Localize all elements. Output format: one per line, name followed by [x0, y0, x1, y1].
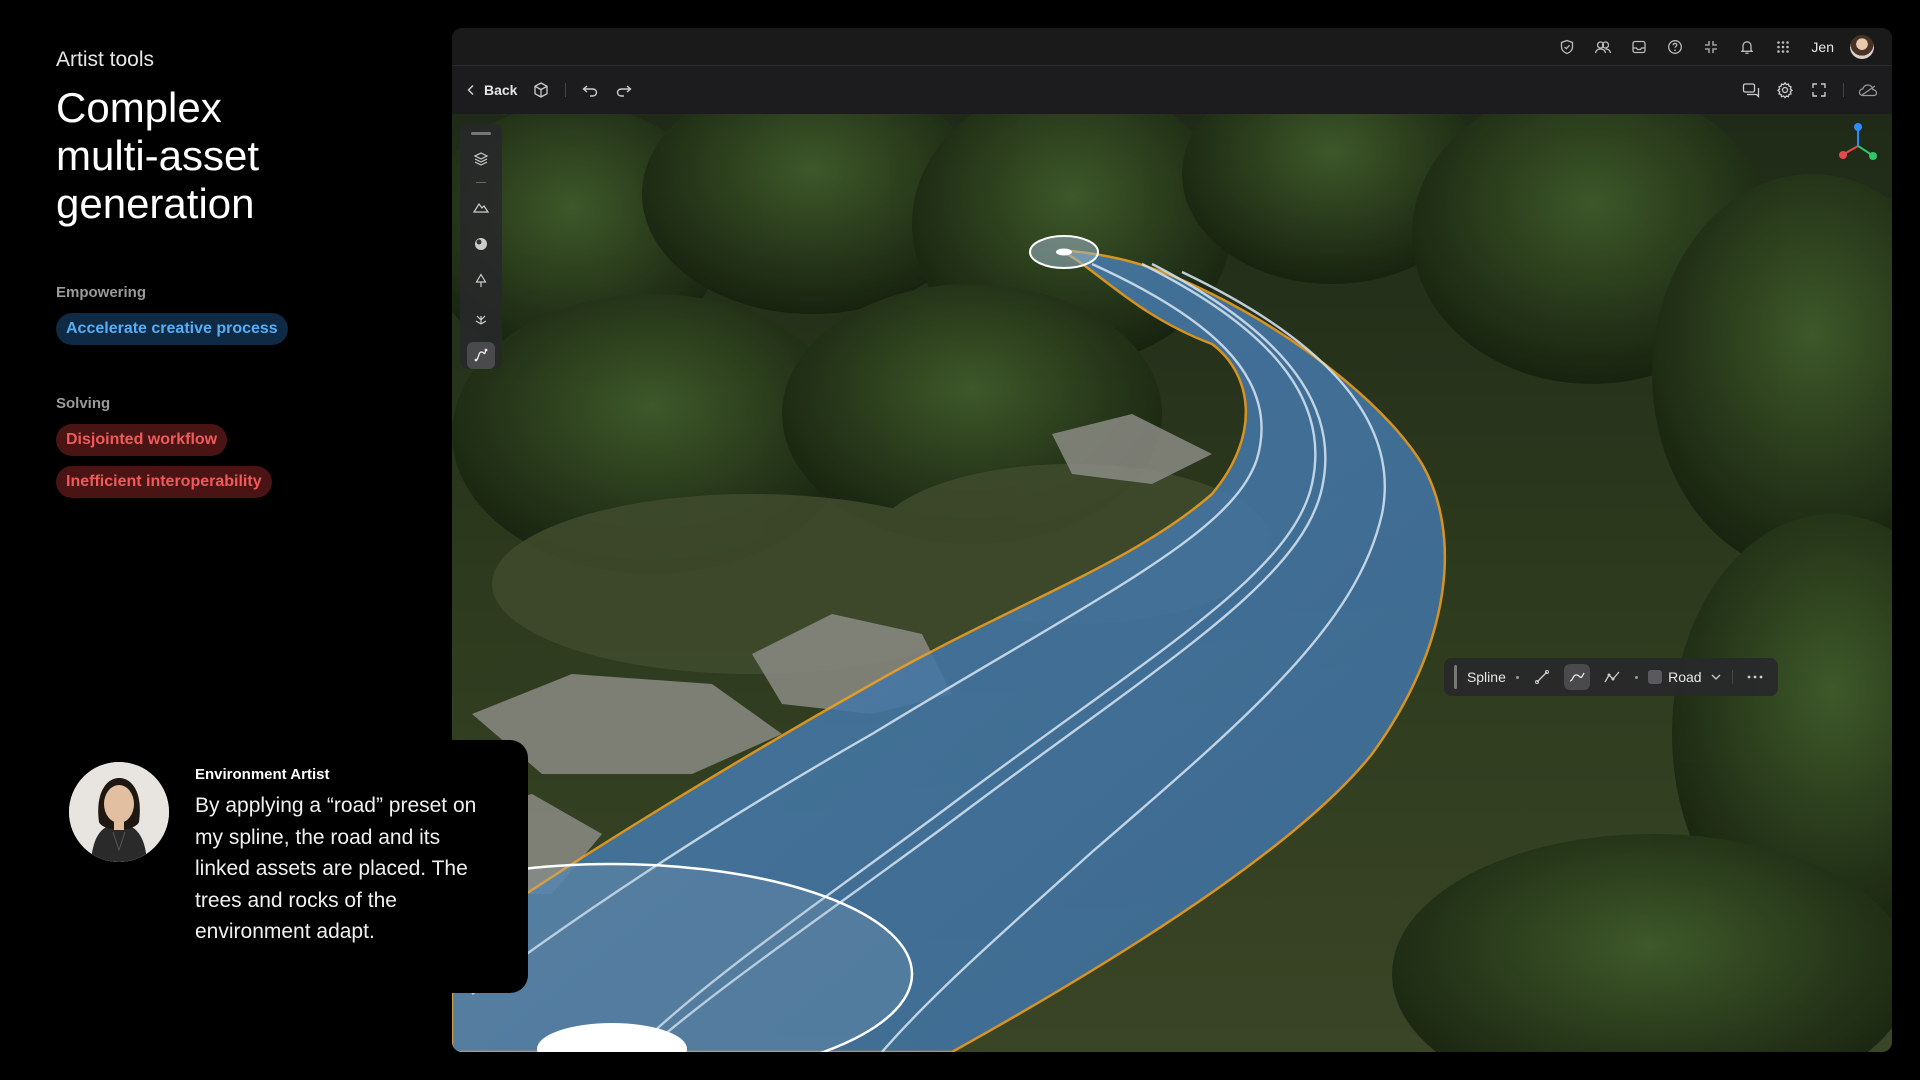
- divider: [1843, 83, 1844, 97]
- chevron-down-icon: [1711, 674, 1721, 680]
- empowering-tag: Accelerate creative process: [56, 313, 288, 345]
- undo-icon[interactable]: [580, 80, 600, 100]
- points-spline-icon[interactable]: [1600, 664, 1625, 690]
- apps-grid-icon[interactable]: [1773, 37, 1793, 57]
- spline-toolbar: Spline Road: [1444, 658, 1778, 696]
- divider: [1731, 670, 1733, 684]
- forest-road-scene: [452, 114, 1892, 1052]
- spline-icon[interactable]: [467, 341, 495, 369]
- divider: [476, 182, 486, 184]
- inbox-icon[interactable]: [1629, 37, 1649, 57]
- drag-handle[interactable]: [1454, 665, 1457, 689]
- help-icon[interactable]: [1665, 37, 1685, 57]
- quote-text: By applying a “road” preset on my spline…: [195, 794, 477, 943]
- foliage-icon[interactable]: [467, 305, 495, 332]
- quote-card: Environment Artist By applying a “road” …: [36, 740, 528, 993]
- avatar[interactable]: [1850, 34, 1874, 59]
- chevron-left-icon: [467, 84, 474, 96]
- empowering-label: Empowering: [56, 284, 147, 301]
- bell-icon[interactable]: [1737, 37, 1757, 57]
- axis-gizmo-icon[interactable]: [1838, 122, 1878, 164]
- 3d-viewport[interactable]: Spline Road: [452, 114, 1892, 1052]
- back-button[interactable]: Back: [466, 82, 517, 98]
- rail-grip[interactable]: [471, 132, 491, 135]
- comments-icon[interactable]: [1741, 80, 1761, 100]
- solving-label: Solving: [56, 395, 111, 412]
- top-bar: Jen: [452, 28, 1892, 66]
- terrain-icon[interactable]: [467, 193, 495, 220]
- curve-spline-icon[interactable]: [1564, 664, 1590, 690]
- road-preset-icon: [1648, 670, 1663, 684]
- quote-role: Environment Artist: [195, 766, 330, 783]
- headline-line: multi-asset: [56, 132, 260, 179]
- material-icon[interactable]: [467, 230, 495, 257]
- app-window: Jen Back Spline Road: [452, 28, 1892, 1052]
- shield-check-icon[interactable]: [1557, 37, 1577, 57]
- avatar: [69, 762, 169, 862]
- collapse-icon[interactable]: [1701, 37, 1721, 57]
- layers-icon[interactable]: [467, 145, 495, 172]
- fullscreen-icon[interactable]: [1809, 80, 1829, 100]
- editor-toolbar: Back: [452, 66, 1892, 114]
- separator-dot: [1515, 675, 1519, 679]
- solving-tag: Disjointed workflow: [56, 424, 228, 456]
- cube-icon[interactable]: [531, 80, 551, 100]
- headline-line: generation: [56, 180, 255, 227]
- cloud-icon[interactable]: [1858, 80, 1878, 100]
- separator-dot: [1635, 675, 1639, 679]
- settings-icon[interactable]: [1775, 80, 1795, 100]
- tool-rail: [460, 124, 502, 369]
- solving-tag: Inefficient interoperability: [56, 466, 272, 498]
- more-icon[interactable]: [1743, 664, 1768, 690]
- user-name[interactable]: Jen: [1811, 39, 1834, 55]
- tree-icon[interactable]: [467, 267, 495, 294]
- eyebrow: Artist tools: [56, 48, 155, 71]
- spline-label: Spline: [1466, 669, 1506, 685]
- preset-dropdown[interactable]: Road: [1648, 669, 1721, 685]
- left-panel: Artist tools Complex multi-asset generat…: [56, 48, 416, 508]
- divider: [565, 83, 567, 97]
- preset-label: Road: [1668, 669, 1702, 685]
- users-icon[interactable]: [1593, 37, 1613, 57]
- back-label: Back: [484, 82, 518, 98]
- headline: Complex multi-asset generation: [56, 84, 416, 228]
- redo-icon[interactable]: [614, 80, 634, 100]
- headline-line: Complex: [56, 84, 222, 131]
- linear-spline-icon[interactable]: [1529, 664, 1554, 690]
